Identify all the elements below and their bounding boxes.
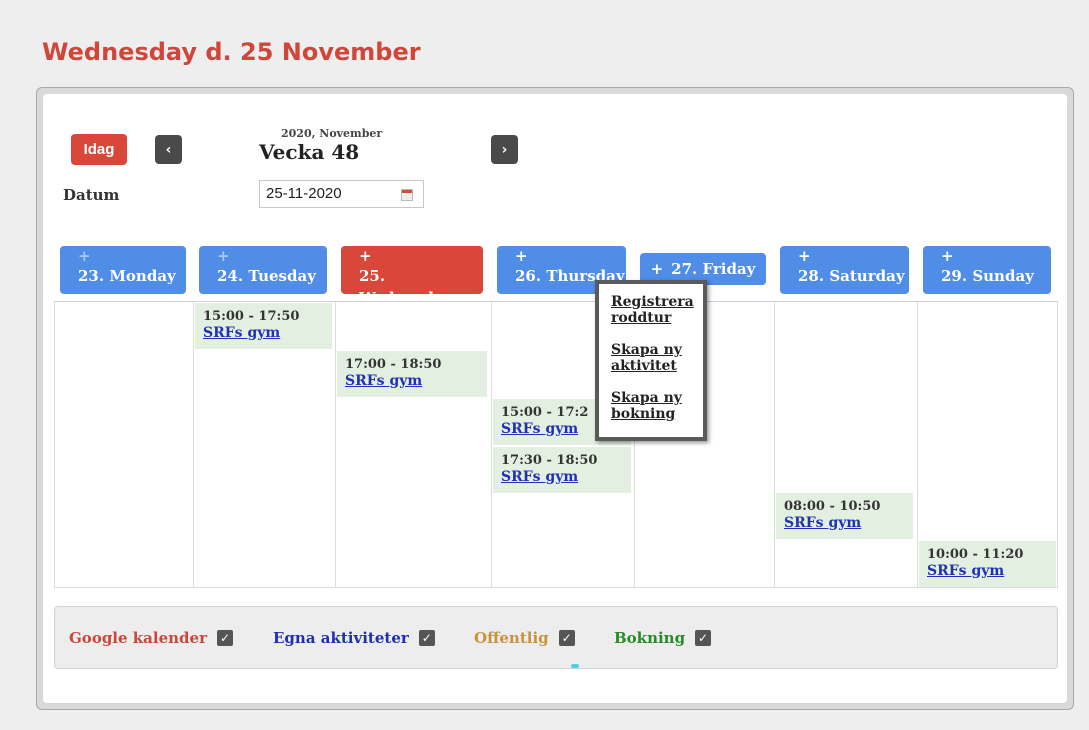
date-value: 25-11-2020 <box>266 185 342 202</box>
filter-google-calendar[interactable]: Google kalender ✓ <box>69 629 233 647</box>
date-label: Datum <box>63 186 120 204</box>
date-input[interactable]: 25-11-2020 <box>259 180 424 208</box>
day-label: 23. Monday <box>78 267 176 285</box>
day-header-tuesday[interactable]: + 24. Tuesday <box>199 246 327 294</box>
day-header-saturday[interactable]: + 28. Saturday <box>780 246 909 294</box>
filter-label: Egna aktiviteter <box>273 629 409 647</box>
calendar-panel-inner: Idag ‹ 2020, November Vecka 48 › Datum 2… <box>43 94 1067 703</box>
checkbox-check-icon[interactable]: ✓ <box>695 630 712 646</box>
column-divider <box>491 302 492 587</box>
event-link[interactable]: SRFs gym <box>203 325 328 341</box>
event-link[interactable]: SRFs gym <box>501 469 627 485</box>
filter-booking[interactable]: Bokning ✓ <box>614 629 712 647</box>
event-card[interactable]: 10:00 - 11:20 SRFs gym <box>919 541 1056 587</box>
week-title: Vecka 48 <box>259 140 360 164</box>
day-label: 24. Tuesday <box>217 267 316 285</box>
filter-public[interactable]: Offentlig ✓ <box>474 629 575 647</box>
menu-item-register-rowing-trip[interactable]: Registrera roddtur <box>611 294 697 326</box>
page-title: Wednesday d. 25 November <box>42 38 421 66</box>
plus-icon[interactable]: + <box>78 248 186 265</box>
plus-icon[interactable]: + <box>217 248 327 265</box>
column-divider <box>193 302 194 587</box>
column-divider <box>54 302 55 587</box>
plus-icon[interactable]: + <box>798 248 909 265</box>
plus-icon[interactable]: + <box>515 248 626 265</box>
column-divider <box>1057 302 1058 587</box>
calendar-panel: Idag ‹ 2020, November Vecka 48 › Datum 2… <box>36 87 1074 710</box>
calendar-icon[interactable] <box>401 189 413 201</box>
today-button[interactable]: Idag <box>71 134 127 165</box>
day-header-sunday[interactable]: + 29. Sunday <box>923 246 1051 294</box>
event-time: 17:00 - 18:50 <box>345 357 442 372</box>
day-header-wednesday[interactable]: + 25. Wednesday <box>341 246 483 307</box>
event-link[interactable]: SRFs gym <box>345 373 483 389</box>
event-card[interactable]: 15:00 - 17:50 SRFs gym <box>195 303 332 349</box>
menu-item-new-activity[interactable]: Skapa ny aktivitet <box>611 342 697 374</box>
period-subtitle: 2020, November <box>281 127 383 140</box>
filter-label: Bokning <box>614 629 686 647</box>
filter-label: Offentlig <box>474 629 549 647</box>
event-time: 17:30 - 18:50 <box>501 453 598 468</box>
day-label: 28. Saturday <box>798 267 905 285</box>
column-divider <box>774 302 775 587</box>
event-card[interactable]: 08:00 - 10:50 SRFs gym <box>776 493 913 539</box>
scroll-indicator <box>571 664 579 668</box>
event-time: 08:00 - 10:50 <box>784 499 881 514</box>
event-link[interactable]: SRFs gym <box>784 515 909 531</box>
event-link[interactable]: SRFs gym <box>927 563 1052 579</box>
plus-icon[interactable]: + <box>651 260 664 278</box>
day-label: 27. Friday <box>671 260 756 278</box>
prev-week-button[interactable]: ‹ <box>155 135 182 164</box>
next-week-button[interactable]: › <box>491 135 518 164</box>
event-time: 15:00 - 17:50 <box>203 309 300 324</box>
event-card[interactable]: 17:30 - 18:50 SRFs gym <box>493 447 631 493</box>
checkbox-check-icon[interactable]: ✓ <box>418 630 435 646</box>
day-label: 29. Sunday <box>941 267 1034 285</box>
event-card[interactable]: 17:00 - 18:50 SRFs gym <box>337 351 487 397</box>
checkbox-check-icon[interactable]: ✓ <box>216 630 233 646</box>
checkbox-check-icon[interactable]: ✓ <box>558 630 575 646</box>
calendar-filter-bar: Google kalender ✓ Egna aktiviteter ✓ Off… <box>54 606 1058 669</box>
plus-icon[interactable]: + <box>359 248 483 265</box>
column-divider <box>917 302 918 587</box>
chevron-right-icon: › <box>501 141 508 158</box>
filter-label: Google kalender <box>69 629 207 647</box>
event-time: 10:00 - 11:20 <box>927 547 1024 562</box>
context-menu: Registrera roddtur Skapa ny aktivitet Sk… <box>595 280 707 441</box>
week-grid[interactable]: 15:00 - 17:50 SRFs gym 17:00 - 18:50 SRF… <box>54 301 1058 588</box>
filter-own-activities[interactable]: Egna aktiviteter ✓ <box>273 629 435 647</box>
menu-item-new-booking[interactable]: Skapa ny bokning <box>611 390 697 422</box>
chevron-left-icon: ‹ <box>165 141 172 158</box>
plus-icon[interactable]: + <box>941 248 1051 265</box>
day-header-monday[interactable]: + 23. Monday <box>60 246 186 294</box>
column-divider <box>335 302 336 587</box>
